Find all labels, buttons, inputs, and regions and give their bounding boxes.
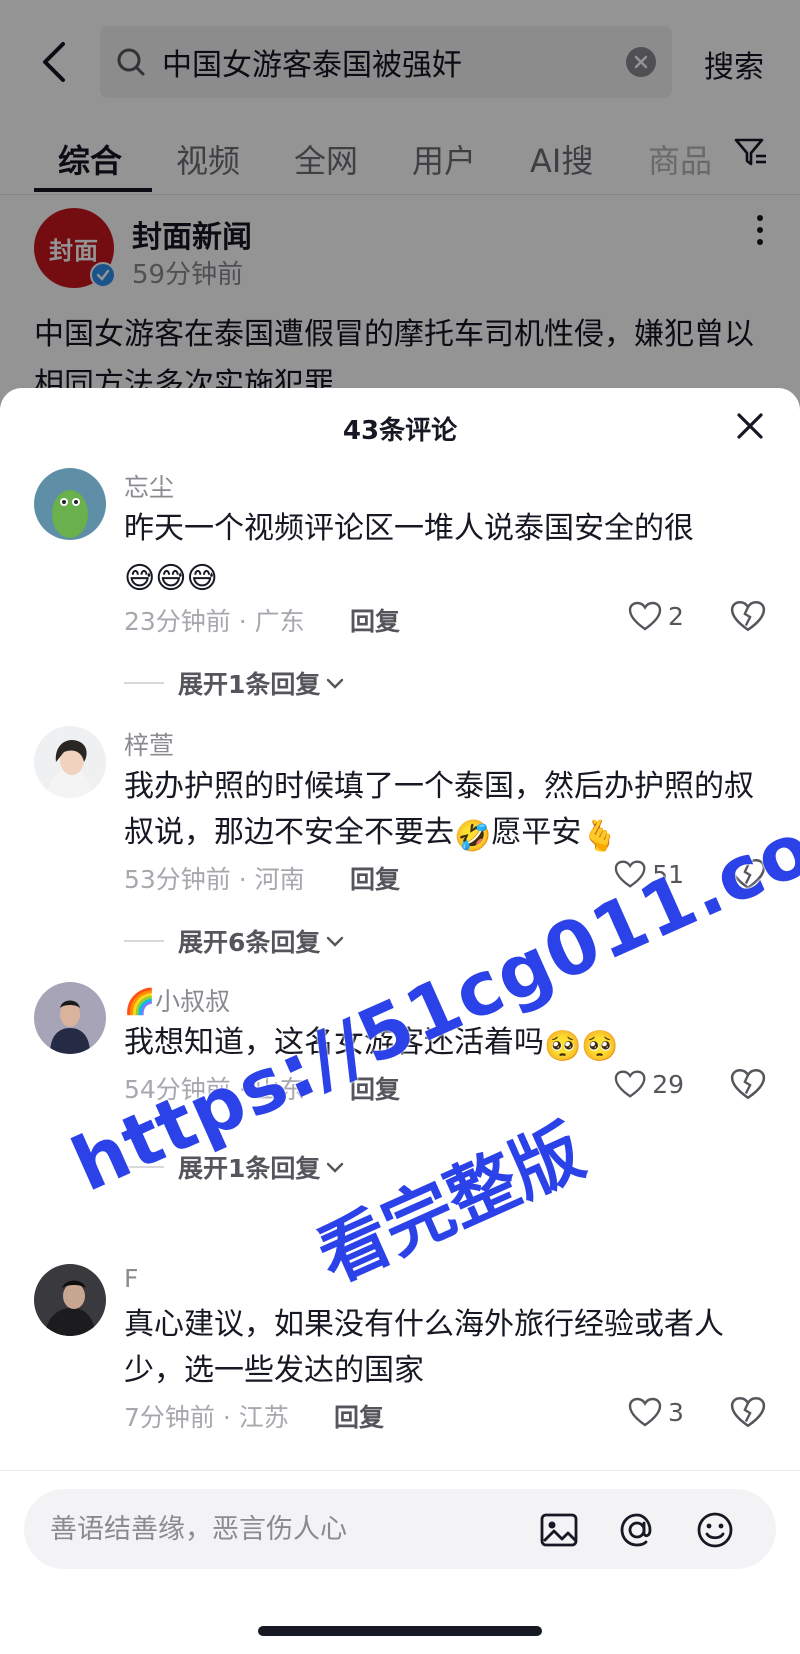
emoji-rofl: 🤣 [454,819,492,854]
comment-body: 昨天一个视频评论区一堆人说泰国安全的很 [124,511,694,546]
emoji-finger-heart: 🫰 [581,819,619,854]
emoji-pleading: 🥺🥺 [544,1029,619,1064]
expand-replies-button[interactable]: 展开1条回复 [124,1152,346,1183]
comment-input-container[interactable] [24,1489,776,1569]
comment-text[interactable]: 我想知道，这名女游客还活着吗🥺🥺 [124,1020,764,1066]
comment-time-location: 23分钟前 · 广东 [124,607,305,636]
emoji-icon[interactable] [694,1509,736,1551]
search-results-page: 中国女游客泰国被强奸 搜索 综合 视频 全网 用户 AI搜 商品 封面 封面新闻… [0,0,800,420]
comment-sheet: 43条评论 忘尘 昨天一个视频评论区一堆人说泰国安全的很 😅😅😅 23分钟前 · … [0,388,800,1654]
broken-heart-icon[interactable] [730,1394,766,1430]
like-count: 51 [652,859,684,889]
emoji-sweat-smile: 😅😅😅 [124,561,218,596]
avatar[interactable] [34,726,106,798]
heart-icon [628,1397,662,1427]
comment-text[interactable]: 真心建议，如果没有什么海外旅行经验或者人少，选一些发达的国家 [124,1302,764,1394]
expand-replies-button[interactable]: 展开6条回复 [124,926,346,957]
divider-line [124,682,164,684]
like-count: 2 [668,601,684,631]
username-text: 小叔叔 [155,987,231,1016]
like-count: 29 [652,1069,684,1099]
comment-username[interactable]: 忘尘 [124,468,174,504]
expand-replies-label: 展开1条回复 [178,670,321,699]
comment-body-tail: 愿平安 [491,815,582,850]
comment-username[interactable]: 梓萱 [124,726,174,762]
avatar[interactable] [34,982,106,1054]
comment-time-location: 53分钟前 · 河南 [124,865,305,894]
expand-replies-button[interactable]: 展开1条回复 [124,668,346,699]
heart-icon [628,601,662,631]
image-icon[interactable] [538,1509,580,1551]
like-count: 3 [668,1397,684,1427]
avatar[interactable] [34,1264,106,1336]
broken-heart-icon[interactable] [730,1066,766,1102]
comment-count-title: 43条评论 [342,416,458,446]
like-button[interactable]: 3 [628,1394,698,1430]
modal-backdrop[interactable] [0,0,800,420]
comment-input-bar [0,1470,800,1590]
reply-button[interactable]: 回复 [334,1398,384,1434]
reply-button[interactable]: 回复 [350,1070,400,1106]
heart-icon [614,860,646,888]
expand-replies-label: 展开6条回复 [178,928,321,957]
reply-button[interactable]: 回复 [350,860,400,896]
like-button[interactable]: 51 [614,856,684,892]
close-icon[interactable] [730,406,770,446]
chevron-down-icon [327,936,344,947]
expand-replies-label: 展开1条回复 [178,1154,321,1183]
broken-heart-icon[interactable] [730,856,766,892]
heart-icon [614,1070,646,1098]
divider-line [124,1166,164,1168]
like-button[interactable]: 2 [628,598,698,634]
comment-body: 我想知道，这名女游客还活着吗 [124,1025,544,1060]
reply-button[interactable]: 回复 [350,602,400,638]
avatar[interactable] [34,468,106,540]
mention-icon[interactable] [616,1509,658,1551]
comment-body: 我办护照的时候填了一个泰国，然后办护照的叔叔说，那边不安全不要去 [124,769,754,850]
comment-time-location: 54分钟前 · 山东 [124,1075,305,1104]
rainbow-emoji: 🌈 [124,987,156,1016]
broken-heart-icon[interactable] [730,598,766,634]
comment-time-location: 7分钟前 · 江苏 [124,1403,289,1432]
divider-line [124,940,164,942]
comment-text[interactable]: 昨天一个视频评论区一堆人说泰国安全的很 😅😅😅 [124,506,764,598]
comment-username[interactable]: 🌈小叔叔 [124,982,230,1018]
chevron-down-icon [327,1162,344,1173]
chevron-down-icon [327,678,344,689]
home-indicator[interactable] [258,1626,542,1636]
comment-username[interactable]: F [124,1264,138,1293]
comment-input[interactable] [50,1489,550,1569]
comment-text[interactable]: 我办护照的时候填了一个泰国，然后办护照的叔叔说，那边不安全不要去🤣愿平安🫰 [124,764,764,856]
like-button[interactable]: 29 [614,1066,684,1102]
